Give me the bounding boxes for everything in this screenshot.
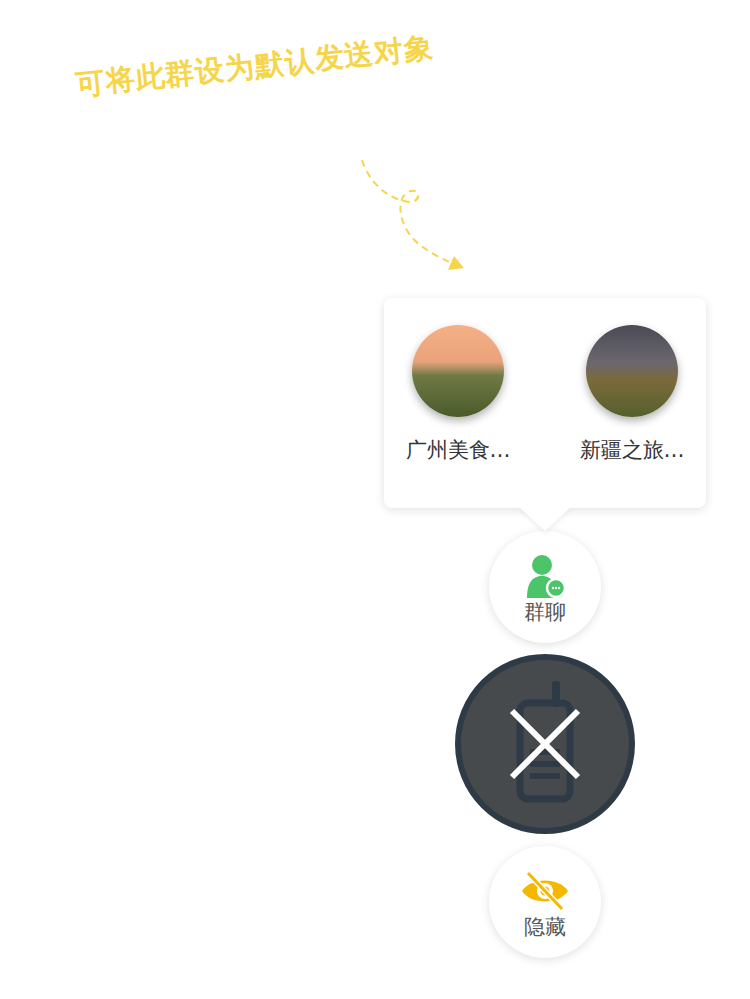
button-label: 群聊 <box>524 600 566 625</box>
group-chat-button[interactable]: 群聊 <box>489 531 601 643</box>
group-name[interactable]: 广州美食… <box>406 437 511 464</box>
walkie-talkie-close-icon <box>490 677 600 811</box>
group-popup: 广州美食… 新疆之旅… <box>384 298 706 508</box>
dashed-arrow-icon <box>350 150 480 280</box>
button-label: 隐藏 <box>524 915 566 940</box>
hide-button[interactable]: 隐藏 <box>489 846 601 958</box>
annotation-text: 可将此群设为默认发送对象 <box>69 24 440 110</box>
group-item[interactable]: 广州美食… <box>388 325 528 508</box>
hide-icon <box>519 869 571 913</box>
popup-pointer <box>519 507 571 531</box>
group-avatar[interactable] <box>412 325 504 417</box>
close-button[interactable] <box>455 654 635 834</box>
floating-menu: 广州美食… 新疆之旅… 群聊隐藏 <box>384 298 706 958</box>
group-item[interactable]: 新疆之旅… <box>562 325 702 508</box>
group-chat-icon <box>525 554 565 598</box>
group-name[interactable]: 新疆之旅… <box>580 437 685 464</box>
group-avatar[interactable] <box>586 325 678 417</box>
